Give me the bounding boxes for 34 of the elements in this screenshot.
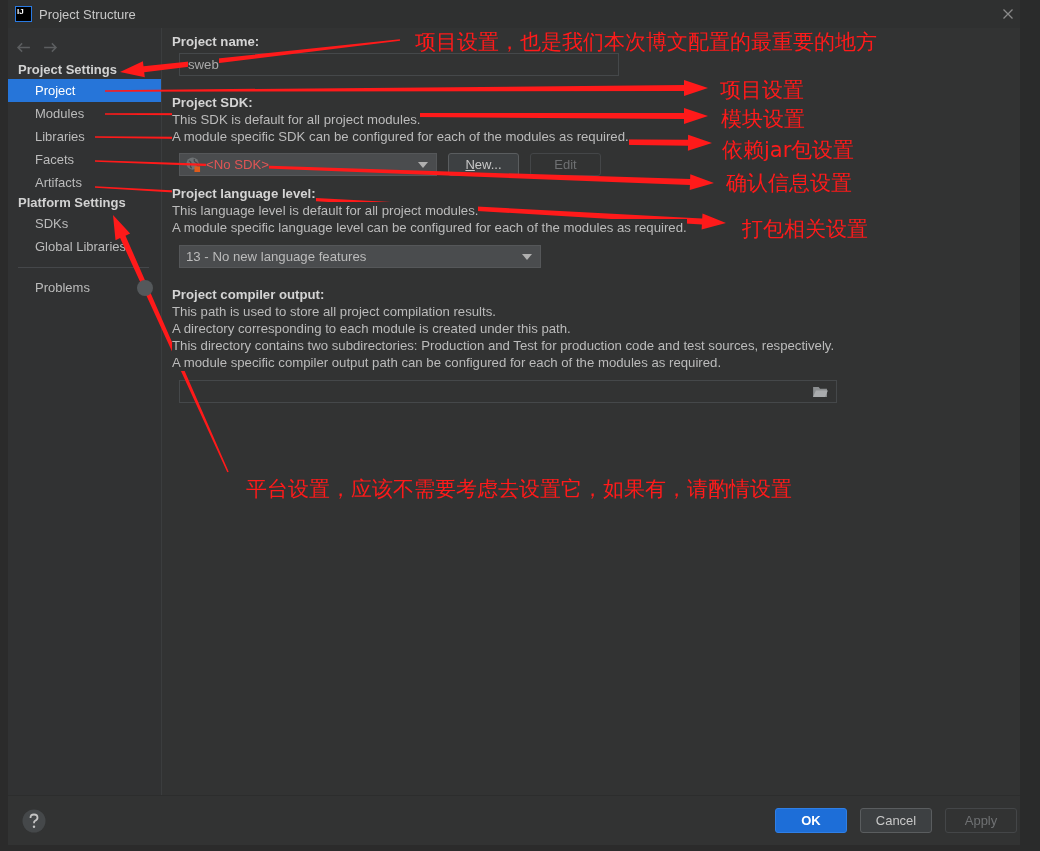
input-field[interactable]: sweb — [179, 53, 619, 76]
description-text: This language level is default for all project modules. — [172, 202, 479, 219]
folder-icon[interactable] — [813, 385, 828, 398]
forward-arrow-icon[interactable] — [43, 42, 58, 53]
sidebar-item[interactable]: Global Libraries — [8, 235, 161, 258]
annotation-text: 确认信息设置 — [726, 171, 852, 196]
sidebar-item[interactable]: Modules — [8, 102, 161, 125]
window-title: Project Structure — [39, 6, 136, 22]
close-icon[interactable] — [1003, 9, 1013, 19]
annotation-text: 模块设置 — [721, 107, 805, 132]
sidebar-item[interactable]: Artifacts — [8, 171, 161, 194]
input-field[interactable] — [179, 380, 837, 403]
caret-icon — [522, 253, 532, 260]
dialog-button[interactable]: Cancel — [860, 808, 932, 833]
sidebar-item[interactable]: Project — [8, 79, 161, 102]
description-text: This SDK is default for all project modules. — [172, 111, 421, 128]
app-logo: IJ — [15, 6, 32, 22]
annotation-text: 项目设置 — [720, 78, 804, 103]
annotation-text: 项目设置，也是我们本次博文配置的最重要的地方 — [415, 30, 877, 55]
sidebar-item[interactable]: Facets — [8, 148, 161, 171]
annotation-text: 依赖jar包设置 — [722, 138, 855, 163]
sidebar-item[interactable]: SDKs — [8, 212, 161, 235]
status-circle-icon — [137, 279, 153, 296]
description-text: A module specific language level can be configured for each of the modules as required. — [172, 219, 687, 236]
dialog-button[interactable]: OK — [775, 808, 847, 833]
sidebar-item[interactable]: Libraries — [8, 125, 161, 148]
annotation-text: 打包相关设置 — [742, 217, 868, 242]
caret-icon — [418, 161, 428, 168]
annotation-text: 平台设置，应该不需要考虑去设置它，如果有，请酌情设置 — [246, 477, 792, 502]
language-level-dropdown[interactable]: 13 - No new language features — [179, 245, 541, 268]
sidebar-item[interactable]: Problems — [8, 276, 161, 299]
description-text: A module specific compiler output path can be configured for each of the modules as required. — [172, 354, 722, 371]
help-icon[interactable] — [22, 808, 46, 833]
back-arrow-icon[interactable] — [16, 42, 31, 53]
